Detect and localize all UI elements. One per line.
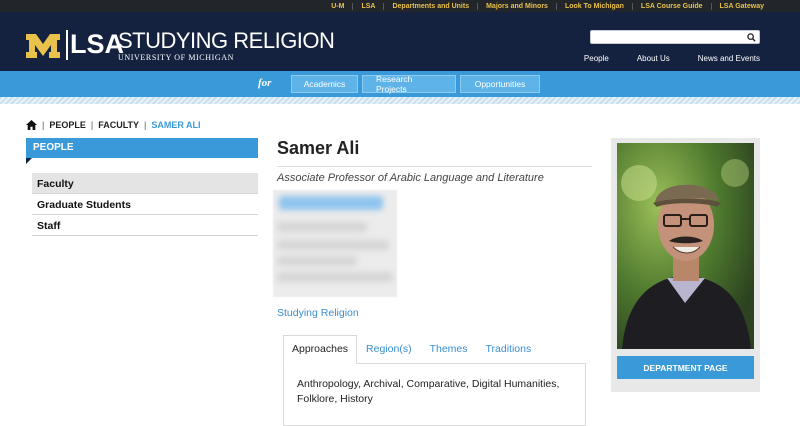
breadcrumb-current: SAMER ALI: [151, 120, 201, 130]
profile-name: Samer Ali: [277, 138, 360, 158]
sidebar-menu: Faculty Graduate Students Staff: [32, 173, 258, 236]
tab-approaches[interactable]: Approaches: [283, 335, 358, 364]
search-box: [590, 30, 760, 44]
utility-link-gateway[interactable]: LSA Gateway: [703, 3, 764, 10]
utility-link-lsa-text[interactable]: LSA: [361, 3, 375, 10]
audience-tab-opportunities[interactable]: Opportunities: [460, 75, 540, 93]
header-nav-people[interactable]: People: [584, 54, 609, 63]
utility-link-course-guide[interactable]: LSA Course Guide: [624, 3, 703, 10]
tab-themes[interactable]: Themes: [421, 335, 477, 364]
tab-traditions[interactable]: Traditions: [477, 335, 541, 364]
breadcrumb-people[interactable]: PEOPLE: [49, 120, 86, 130]
audience-nav-label: for: [258, 77, 272, 89]
breadcrumb-separator: |: [144, 120, 147, 130]
site-header: LSA STUDYING RELIGION UNIVERSITY OF MICH…: [0, 12, 800, 71]
profile-tabs: Approaches Region(s) Themes Traditions: [283, 335, 540, 364]
utility-link-um-text[interactable]: U-M: [331, 3, 344, 10]
department-link[interactable]: Studying Religion: [277, 307, 359, 319]
audience-tabs: Academics Research Projects Opportunitie…: [291, 74, 540, 94]
utility-link-course-guide-text[interactable]: LSA Course Guide: [641, 3, 703, 10]
department-page-button[interactable]: DEPARTMENT PAGE: [617, 356, 754, 379]
sidebar-item-graduate-students[interactable]: Graduate Students: [32, 194, 258, 215]
home-icon[interactable]: [26, 120, 37, 130]
utility-link-look[interactable]: Look To Michigan: [548, 3, 624, 10]
sidebar-item-faculty[interactable]: Faculty: [32, 173, 258, 194]
logo-divider: [66, 30, 68, 60]
audience-tab-academics[interactable]: Academics: [291, 75, 358, 93]
header-nav-news[interactable]: News and Events: [698, 54, 760, 63]
approaches-panel: Anthropology, Archival, Comparative, Dig…: [283, 363, 586, 426]
sidebar-item-staff[interactable]: Staff: [32, 215, 258, 236]
profile-name-divider: [277, 166, 592, 167]
utility-nav: U-M LSA Departments and Units Majors and…: [0, 0, 800, 12]
utility-link-departments[interactable]: Departments and Units: [375, 3, 469, 10]
header-nav: People About Us News and Events: [556, 54, 760, 63]
utility-link-look-text[interactable]: Look To Michigan: [565, 3, 624, 10]
search-button[interactable]: [745, 32, 757, 43]
utility-link-majors-text[interactable]: Majors and Minors: [486, 3, 548, 10]
utility-link-majors[interactable]: Majors and Minors: [469, 3, 548, 10]
breadcrumb-faculty[interactable]: FACULTY: [98, 120, 139, 130]
logo-lsa[interactable]: LSA: [70, 29, 124, 60]
header-nav-about[interactable]: About Us: [637, 54, 670, 63]
breadcrumb-separator: |: [42, 120, 45, 130]
utility-bar: U-M LSA Departments and Units Majors and…: [0, 0, 800, 12]
profile-title: Associate Professor of Arabic Language a…: [277, 172, 544, 184]
utility-link-gateway-text[interactable]: LSA Gateway: [720, 3, 764, 10]
breadcrumb-separator: |: [90, 120, 94, 130]
block-m-logo-icon[interactable]: [24, 32, 62, 60]
redacted-contact-info: [273, 190, 397, 297]
breadcrumb: | PEOPLE | FACULTY | SAMER ALI: [26, 120, 201, 130]
profile-photo: [617, 143, 754, 349]
site-subtitle: UNIVERSITY OF MICHIGAN: [118, 53, 235, 62]
utility-link-um[interactable]: U-M: [331, 3, 344, 10]
utility-link-departments-text[interactable]: Departments and Units: [392, 3, 469, 10]
site-title[interactable]: STUDYING RELIGION: [118, 28, 335, 54]
tab-regions[interactable]: Region(s): [357, 335, 421, 364]
utility-link-lsa[interactable]: LSA: [344, 3, 375, 10]
search-input[interactable]: [595, 32, 741, 42]
audience-nav: for Academics Research Projects Opportun…: [0, 71, 800, 97]
portrait-image: [617, 143, 754, 349]
search-icon: [746, 33, 756, 42]
header-stripe-divider: [0, 97, 800, 104]
sidebar-header[interactable]: PEOPLE: [26, 138, 258, 164]
audience-tab-research-projects[interactable]: Research Projects: [362, 74, 456, 94]
